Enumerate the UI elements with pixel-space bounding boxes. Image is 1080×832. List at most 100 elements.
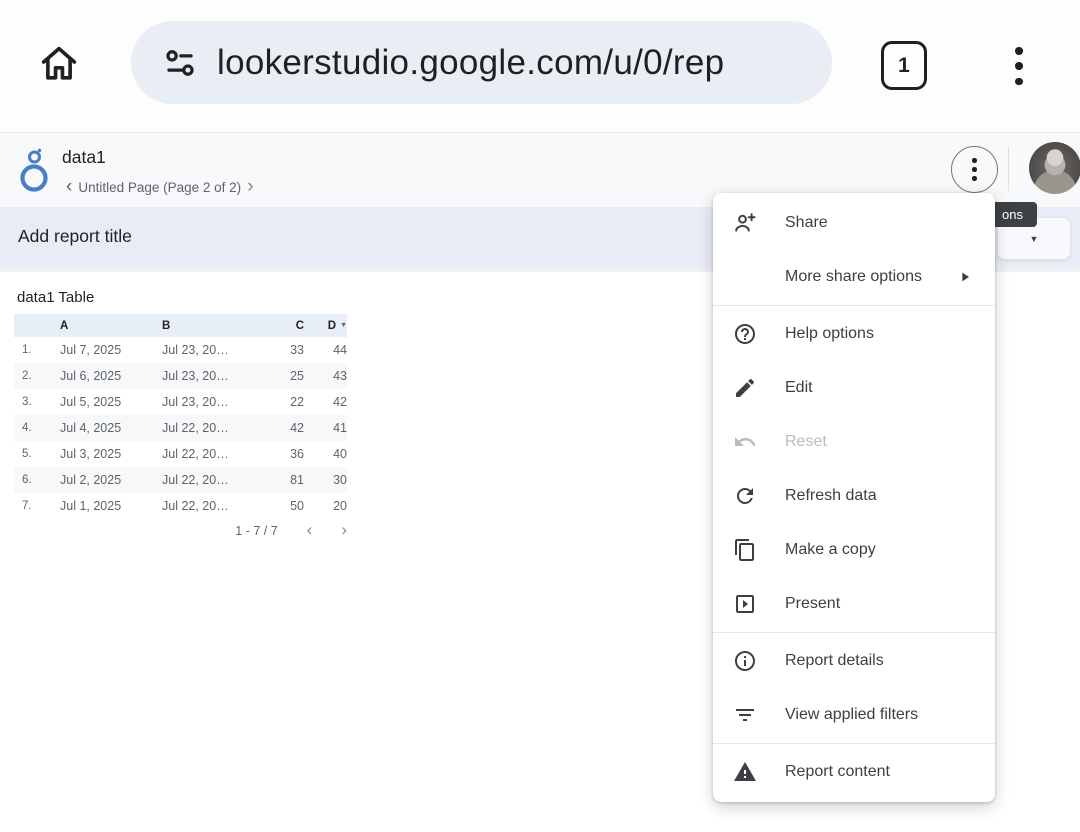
header-divider — [1008, 147, 1009, 191]
previous-page-icon[interactable]: ‹ — [60, 177, 78, 197]
table-row[interactable]: 1.Jul 7, 2025Jul 23, 20…3344 — [14, 337, 347, 363]
menu-item-label: Help options — [785, 325, 973, 343]
breadcrumb-label: Untitled Page (Page 2 of 2) — [78, 180, 241, 195]
menu-item-label: Refresh data — [785, 487, 973, 505]
table-cell: 43 — [304, 369, 347, 383]
menu-item-report-details[interactable]: Report details — [713, 634, 995, 688]
refresh-icon — [733, 484, 757, 508]
menu-item-label: More share options — [785, 268, 929, 286]
menu-item-report-content[interactable]: Report content — [713, 745, 995, 799]
table-cell: Jul 22, 20… — [148, 473, 266, 487]
table-cell: 81 — [266, 473, 304, 487]
page-next-icon[interactable]: › — [341, 523, 347, 539]
browser-toolbar: lookerstudio.google.com/u/0/rep 1 — [0, 0, 1080, 133]
table-cell: 36 — [266, 447, 304, 461]
menu-item-more-share-options[interactable]: More share options — [713, 250, 995, 304]
add-report-title-label[interactable]: Add report title — [18, 226, 132, 247]
url-bar[interactable]: lookerstudio.google.com/u/0/rep — [131, 21, 832, 104]
table-title: data1 Table — [17, 289, 94, 306]
table-row[interactable]: 6.Jul 2, 2025Jul 22, 20…8130 — [14, 467, 347, 493]
table-cell: 50 — [266, 499, 304, 513]
table-row[interactable]: 4.Jul 4, 2025Jul 22, 20…4241 — [14, 415, 347, 441]
table-cell: 3. — [14, 396, 48, 408]
url-text: lookerstudio.google.com/u/0/rep — [217, 43, 724, 83]
column-header-c[interactable]: C — [266, 320, 304, 332]
column-header-d[interactable]: D▼ — [304, 320, 347, 332]
column-header-a[interactable]: A — [48, 320, 148, 332]
menu-item-edit[interactable]: Edit — [713, 361, 995, 415]
person-add-icon — [733, 211, 757, 235]
table-cell: Jul 1, 2025 — [48, 499, 148, 513]
table-cell: 40 — [304, 447, 347, 461]
menu-item-help-options[interactable]: Help options — [713, 307, 995, 361]
table-row[interactable]: 2.Jul 6, 2025Jul 23, 20…2543 — [14, 363, 347, 389]
menu-item-reset: Reset — [713, 415, 995, 469]
table-cell: Jul 22, 20… — [148, 499, 266, 513]
table-cell: 30 — [304, 473, 347, 487]
table-cell: 22 — [266, 395, 304, 409]
table-cell: 41 — [304, 421, 347, 435]
undo-icon — [733, 430, 757, 454]
tab-switcher-button[interactable]: 1 — [881, 41, 927, 90]
table-row[interactable]: 5.Jul 3, 2025Jul 22, 20…3640 — [14, 441, 347, 467]
warning-icon — [733, 760, 757, 784]
menu-item-make-a-copy[interactable]: Make a copy — [713, 523, 995, 577]
breadcrumb: ‹ Untitled Page (Page 2 of 2) › — [60, 176, 260, 198]
browser-menu-icon[interactable] — [1013, 47, 1025, 85]
next-page-icon[interactable]: › — [241, 177, 259, 197]
report-options-menu: Share More share options Help options Edit R… — [713, 193, 995, 802]
table-cell: 5. — [14, 448, 48, 460]
menu-divider — [713, 305, 995, 306]
table-cell: 44 — [304, 343, 347, 357]
home-icon[interactable] — [36, 40, 82, 86]
table-header-row[interactable]: ABCD▼ — [14, 314, 347, 337]
table-cell: Jul 23, 20… — [148, 343, 266, 357]
pagination-range: 1 - 7 / 7 — [235, 524, 277, 538]
menu-divider — [713, 743, 995, 744]
table-cell: 4. — [14, 422, 48, 434]
table-row[interactable]: 3.Jul 5, 2025Jul 23, 20…2242 — [14, 389, 347, 415]
table-cell: Jul 23, 20… — [148, 395, 266, 409]
table-cell: Jul 5, 2025 — [48, 395, 148, 409]
table-cell: 2. — [14, 370, 48, 382]
table-cell: Jul 3, 2025 — [48, 447, 148, 461]
menu-item-label: Report content — [785, 763, 973, 781]
page-prev-icon[interactable]: ‹ — [307, 523, 313, 539]
table-cell: 25 — [266, 369, 304, 383]
help-icon — [733, 322, 757, 346]
menu-item-share[interactable]: Share — [713, 196, 995, 250]
menu-item-label: Make a copy — [785, 541, 973, 559]
table-cell: Jul 6, 2025 — [48, 369, 148, 383]
looker-studio-logo-icon — [18, 145, 52, 197]
page-info-icon[interactable] — [161, 44, 199, 82]
table-row[interactable]: 7.Jul 1, 2025Jul 22, 20…5020 — [14, 493, 347, 519]
data-table: ABCD▼ 1.Jul 7, 2025Jul 23, 20…33442.Jul … — [14, 314, 347, 542]
table-cell: Jul 7, 2025 — [48, 343, 148, 357]
menu-item-label: Present — [785, 595, 973, 613]
menu-item-refresh-data[interactable]: Refresh data — [713, 469, 995, 523]
report-title[interactable]: data1 — [62, 147, 106, 168]
table-cell: 42 — [266, 421, 304, 435]
menu-item-label: Edit — [785, 379, 973, 397]
column-header-b[interactable]: B — [148, 320, 266, 332]
table-cell: Jul 22, 20… — [148, 421, 266, 435]
menu-item-label: View applied filters — [785, 706, 973, 724]
table-cell: 33 — [266, 343, 304, 357]
chevron-down-icon: ▼ — [1030, 234, 1039, 244]
table-cell: 1. — [14, 344, 48, 356]
menu-item-label: Reset — [785, 433, 973, 451]
more-options-button[interactable] — [951, 146, 998, 193]
table-cell: 7. — [14, 500, 48, 512]
table-cell: 20 — [304, 499, 347, 513]
copy-icon — [733, 538, 757, 562]
tab-count: 1 — [898, 54, 910, 78]
avatar[interactable] — [1029, 142, 1080, 194]
table-cell: Jul 2, 2025 — [48, 473, 148, 487]
table-pagination: 1 - 7 / 7 ‹ › — [14, 520, 347, 542]
edit-icon — [733, 376, 757, 400]
sort-desc-icon: ▼ — [340, 322, 347, 329]
more-options-icon — [972, 158, 977, 181]
menu-divider — [713, 632, 995, 633]
menu-item-view-applied-filters[interactable]: View applied filters — [713, 688, 995, 742]
menu-item-present[interactable]: Present — [713, 577, 995, 631]
